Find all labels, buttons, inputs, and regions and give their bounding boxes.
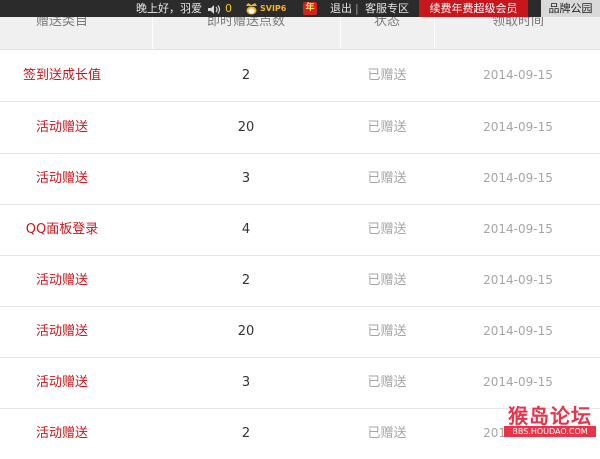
points-count: 0 [225, 2, 232, 15]
cell-date: 2014-09-15 [483, 273, 553, 287]
speaker-icon[interactable] [207, 3, 221, 14]
cell-points: 2 [241, 273, 251, 288]
cell-points: 20 [237, 324, 255, 339]
table-row: 活动赠送 2 已赠送 2014-09-15 [0, 255, 600, 307]
cell-points: 3 [241, 171, 251, 186]
cell-date: 2014-09-15 [483, 324, 553, 338]
cell-date: 2014-09-15 [483, 68, 553, 82]
cell-points: 4 [241, 222, 251, 237]
table-row: 活动赠送 20 已赠送 2014-09-15 [0, 102, 600, 154]
forum-watermark: 猴岛论坛 BBS.HOUDAO.COM [504, 400, 596, 442]
cell-status: 已赠送 [367, 120, 407, 135]
table-row: QQ面板登录 4 已赠送 2014-09-15 [0, 204, 600, 256]
logout-link[interactable]: 退出 [330, 0, 352, 17]
cell-points: 3 [241, 375, 251, 390]
cell-category: 活动赠送 [35, 120, 88, 135]
renew-svip-button[interactable]: 续费年费超级会员 [419, 0, 528, 17]
svip-badge[interactable]: SVIP6 [244, 0, 296, 17]
cell-status: 已赠送 [367, 68, 407, 83]
nav-separator: | [355, 2, 359, 15]
cell-date: 2014-09-15 [483, 222, 553, 236]
cell-status: 已赠送 [367, 426, 407, 441]
cell-points: 2 [241, 68, 251, 83]
cell-category: 签到送成长值 [22, 68, 101, 83]
table-row: 活动赠送 3 已赠送 2014-09-15 [0, 153, 600, 205]
annual-badge: 年 [303, 2, 317, 15]
penguin-crown-icon [246, 3, 257, 15]
cell-category: 活动赠送 [35, 426, 88, 441]
greeting-text: 晚上好，羽爱 [136, 2, 202, 15]
watermark-title: 猴岛论坛 [508, 404, 592, 428]
cell-status: 已赠送 [367, 222, 407, 237]
table-row: 活动赠送 20 已赠送 2014-09-15 [0, 306, 600, 358]
cell-category: QQ面板登录 [25, 222, 99, 237]
cell-date: 2014-09-15 [483, 120, 553, 134]
cell-status: 已赠送 [367, 273, 407, 288]
brand-park-link[interactable]: 品牌公园 [541, 0, 600, 17]
gift-record-table: 赠送类目 即时赠送点数 状态 领取时间 签到送成长值 2 已赠送 2014-09… [0, 0, 600, 444]
cell-status: 已赠送 [367, 171, 407, 186]
cell-points: 2 [241, 426, 251, 441]
customer-service-link[interactable]: 客服专区 [365, 0, 409, 17]
svip-label: SVIP6 [260, 4, 287, 13]
cell-category: 活动赠送 [35, 171, 88, 186]
cell-category: 活动赠送 [35, 375, 88, 390]
cell-status: 已赠送 [367, 324, 407, 339]
top-user-bar: 晚上好，羽爱 0 SVIP6 年 退出 | 客服专区 续费年费超级会员 品牌公园 [0, 0, 600, 17]
cell-category: 活动赠送 [35, 324, 88, 339]
cell-date: 2014-09-15 [483, 171, 553, 185]
table-row: 签到送成长值 2 已赠送 2014-09-15 [0, 50, 600, 102]
cell-status: 已赠送 [367, 375, 407, 390]
cell-category: 活动赠送 [35, 273, 88, 288]
cell-points: 20 [237, 120, 255, 135]
watermark-url: BBS.HOUDAO.COM [504, 426, 596, 437]
